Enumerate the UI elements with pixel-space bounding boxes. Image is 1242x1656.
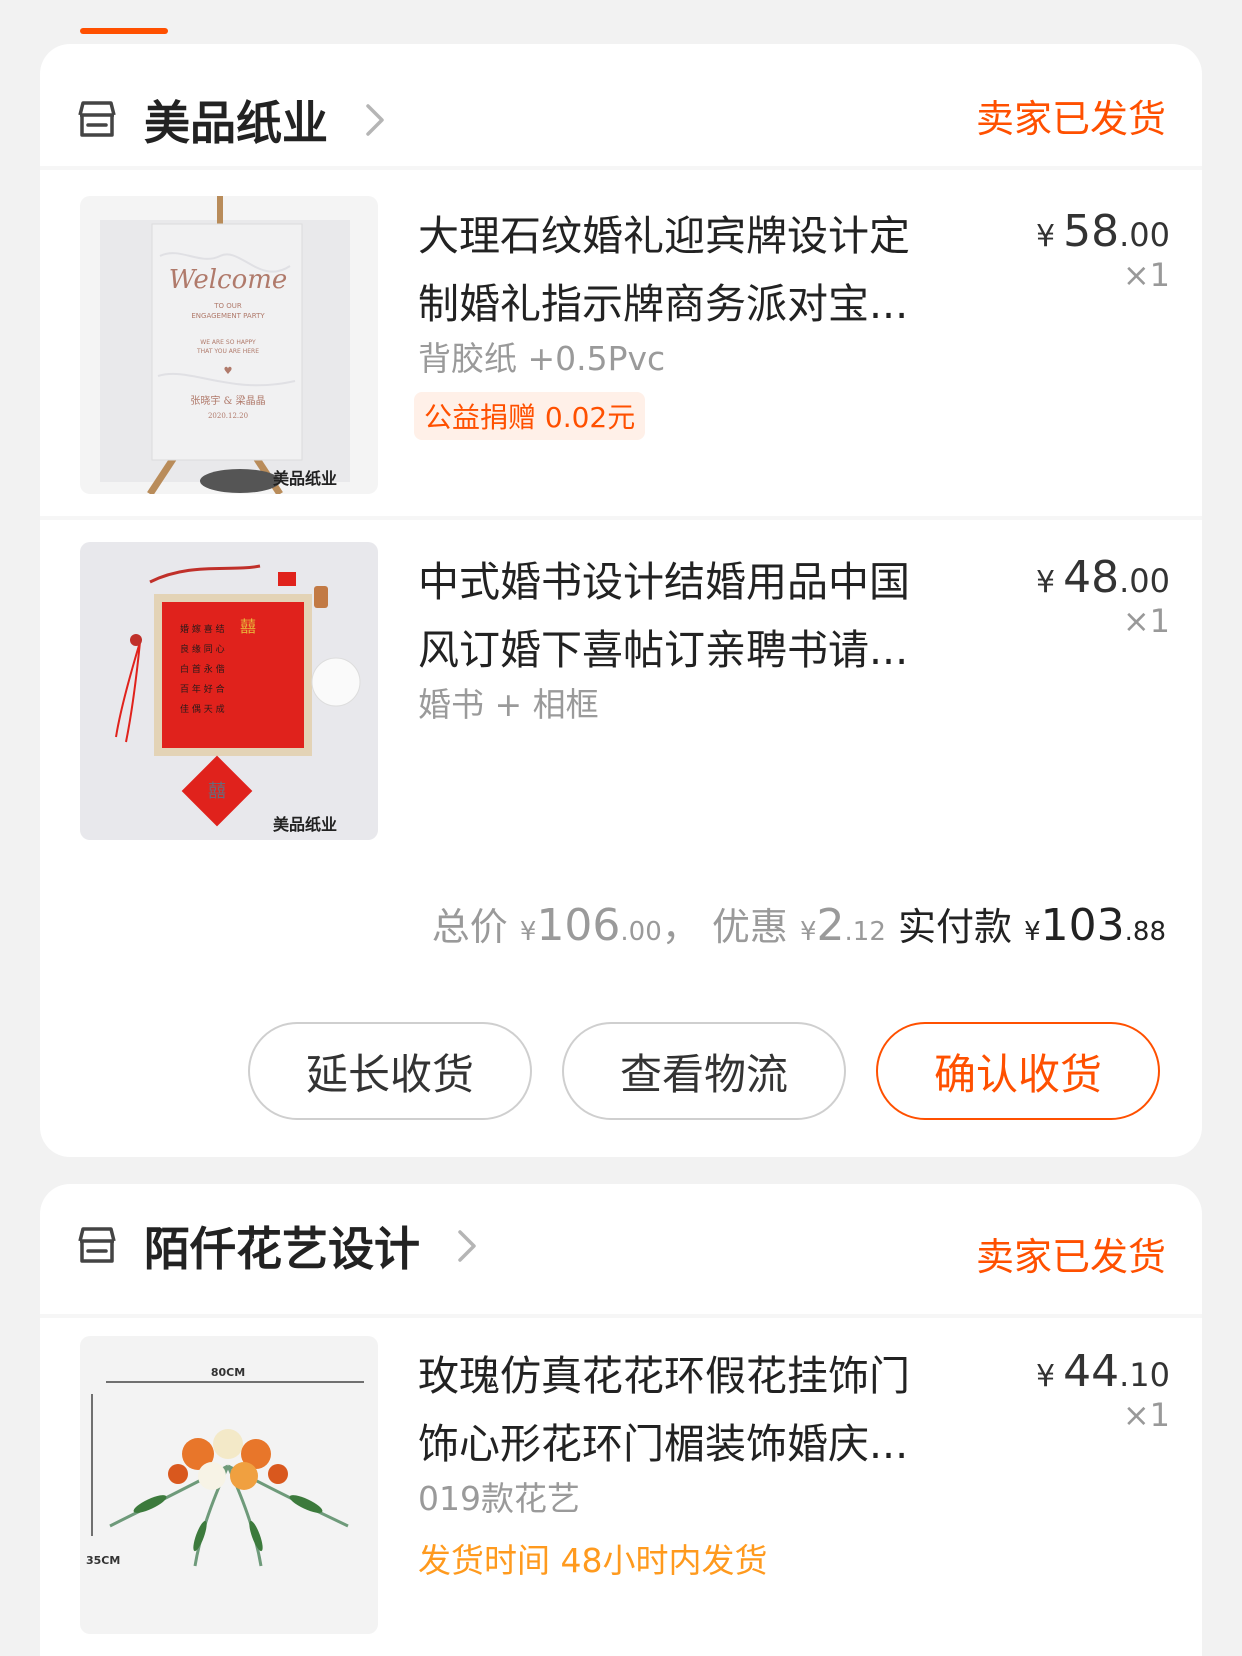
thumb-text: TO OUR xyxy=(213,302,242,310)
order-status: 卖家已发货 xyxy=(975,1235,1166,1279)
product-title[interactable]: 玫瑰仿真花花环假花挂饰门 饰心形花环门楣装饰婚庆... xyxy=(418,1342,978,1478)
price-integer: 58 xyxy=(1063,206,1120,257)
currency-symbol: ¥ xyxy=(1024,917,1041,947)
thumb-text: 2020.12.20 xyxy=(208,412,248,420)
shop-icon xyxy=(78,101,116,137)
price-decimal: .10 xyxy=(1119,1356,1170,1394)
svg-text:囍: 囍 xyxy=(240,617,256,636)
product-title-line: 饰心形花环门楣装饰婚庆... xyxy=(418,1420,909,1468)
product-thumbnail[interactable]: 80CM 35CM xyxy=(80,1336,378,1634)
paid-label: 实付款 xyxy=(898,905,1013,949)
discount-label: 优惠 xyxy=(711,905,788,949)
extend-receipt-button[interactable]: 延长收货 xyxy=(248,1022,532,1120)
product-price: ¥44.10 xyxy=(1036,1346,1170,1397)
shop-icon xyxy=(78,1227,116,1263)
price-decimal: .00 xyxy=(1119,216,1170,254)
product-title-line: 风订婚下喜帖订亲聘书请... xyxy=(418,626,909,674)
thumb-text: 美品纸业 xyxy=(273,469,337,488)
discount-integer: 2 xyxy=(816,900,845,951)
shop-name: 美品纸业 xyxy=(144,96,328,150)
product-thumbnail[interactable]: 婚 嫁 喜 结 良 缘 同 心 白 首 永 偕 百 年 好 合 佳 偶 天 成 … xyxy=(80,542,378,840)
order-item[interactable]: 婚 嫁 喜 结 良 缘 同 心 白 首 永 偕 百 年 好 合 佳 偶 天 成 … xyxy=(80,542,1170,842)
svg-text:囍: 囍 xyxy=(208,781,226,802)
divider xyxy=(40,1314,1202,1318)
svg-text:白 首 永 偕: 白 首 永 偕 xyxy=(180,663,225,675)
divider xyxy=(40,166,1202,170)
currency-symbol: ¥ xyxy=(800,917,817,947)
product-title-line: 大理石纹婚礼迎宾牌设计定 xyxy=(418,212,910,260)
product-price: ¥48.00 xyxy=(1036,552,1170,603)
currency-symbol: ¥ xyxy=(519,917,537,947)
currency-symbol: ¥ xyxy=(1036,219,1056,254)
thumb-text: 80CM xyxy=(211,1366,245,1379)
price-integer: 48 xyxy=(1063,552,1120,603)
total-label: 总价 xyxy=(431,905,508,949)
order-card: 陌仟花艺设计 卖家已发货 80CM 35CM 玫瑰仿真花花环假花挂饰门 饰心形花… xyxy=(40,1184,1202,1656)
thumb-text: 张晓宇 & 梁晶晶 xyxy=(190,394,265,407)
divider xyxy=(40,516,1202,520)
total-decimal: .00 xyxy=(620,917,662,947)
paid-integer: 103 xyxy=(1040,900,1125,951)
shop-header[interactable]: 美品纸业 xyxy=(74,80,388,160)
separator: ， xyxy=(661,905,700,949)
thumb-text: THAT YOU ARE HERE xyxy=(196,348,259,355)
currency-symbol: ¥ xyxy=(1036,1359,1056,1394)
charity-badge: 公益捐赠 0.02元 xyxy=(414,392,646,440)
product-title-line: 中式婚书设计结婚用品中国 xyxy=(418,558,910,606)
svg-text:♥: ♥ xyxy=(224,366,233,377)
product-quantity: ×1 xyxy=(1122,1396,1170,1434)
thumb-text: 35CM xyxy=(86,1554,120,1567)
thumb-text: ENGAGEMENT PARTY xyxy=(191,312,265,320)
price-integer: 44 xyxy=(1063,1346,1120,1397)
order-item[interactable]: Welcome TO OUR ENGAGEMENT PARTY WE ARE S… xyxy=(80,196,1170,496)
order-item[interactable]: 80CM 35CM 玫瑰仿真花花环假花挂饰门 饰心形花环门楣装饰婚庆... 01… xyxy=(80,1336,1170,1636)
total-integer: 106 xyxy=(536,900,621,951)
product-sku: 背胶纸 +0.5Pvc xyxy=(418,339,666,378)
product-title[interactable]: 中式婚书设计结婚用品中国 风订婚下喜帖订亲聘书请... xyxy=(418,548,978,684)
product-sku: 婚书 + 相框 xyxy=(418,685,599,724)
price-decimal: .00 xyxy=(1119,562,1170,600)
svg-text:良 缘 同 心: 良 缘 同 心 xyxy=(180,643,225,655)
product-quantity: ×1 xyxy=(1122,256,1170,294)
order-card: 美品纸业 卖家已发货 Welcome TO OUR ENGAGEMENT PAR… xyxy=(40,44,1202,1157)
product-title-line: 制婚礼指示牌商务派对宝... xyxy=(418,280,909,328)
shipping-time: 发货时间 48小时内发货 xyxy=(418,1541,768,1580)
product-sku: 019款花艺 xyxy=(418,1479,580,1518)
discount-decimal: .12 xyxy=(844,917,886,947)
product-price: ¥58.00 xyxy=(1036,206,1170,257)
svg-text:婚 嫁 喜 结: 婚 嫁 喜 结 xyxy=(180,623,225,635)
product-title-line: 玫瑰仿真花花环假花挂饰门 xyxy=(418,1352,910,1400)
product-title[interactable]: 大理石纹婚礼迎宾牌设计定 制婚礼指示牌商务派对宝... xyxy=(418,202,978,338)
thumb-text: 美品纸业 xyxy=(273,815,337,834)
confirm-receipt-button[interactable]: 确认收货 xyxy=(876,1022,1160,1120)
thumb-text: Welcome xyxy=(169,265,288,295)
thumb-text: WE ARE SO HAPPY xyxy=(200,339,256,346)
product-quantity: ×1 xyxy=(1122,602,1170,640)
shop-name: 陌仟花艺设计 xyxy=(144,1222,420,1276)
order-status: 卖家已发货 xyxy=(975,97,1166,141)
chevron-right-icon xyxy=(458,1230,476,1262)
paid-decimal: .88 xyxy=(1124,917,1166,947)
svg-text:百 年 好 合: 百 年 好 合 xyxy=(180,683,225,695)
svg-text:佳 偶 天 成: 佳 偶 天 成 xyxy=(180,703,225,715)
shop-header[interactable]: 陌仟花艺设计 xyxy=(74,1206,480,1286)
currency-symbol: ¥ xyxy=(1036,565,1056,600)
view-logistics-button[interactable]: 查看物流 xyxy=(562,1022,846,1120)
tab-indicator xyxy=(80,28,168,34)
order-summary: 总价 ¥106.00， 优惠 ¥2.12 实付款 ¥103.88 xyxy=(432,896,1166,951)
product-thumbnail[interactable]: Welcome TO OUR ENGAGEMENT PARTY WE ARE S… xyxy=(80,196,378,494)
chevron-right-icon xyxy=(366,104,384,136)
